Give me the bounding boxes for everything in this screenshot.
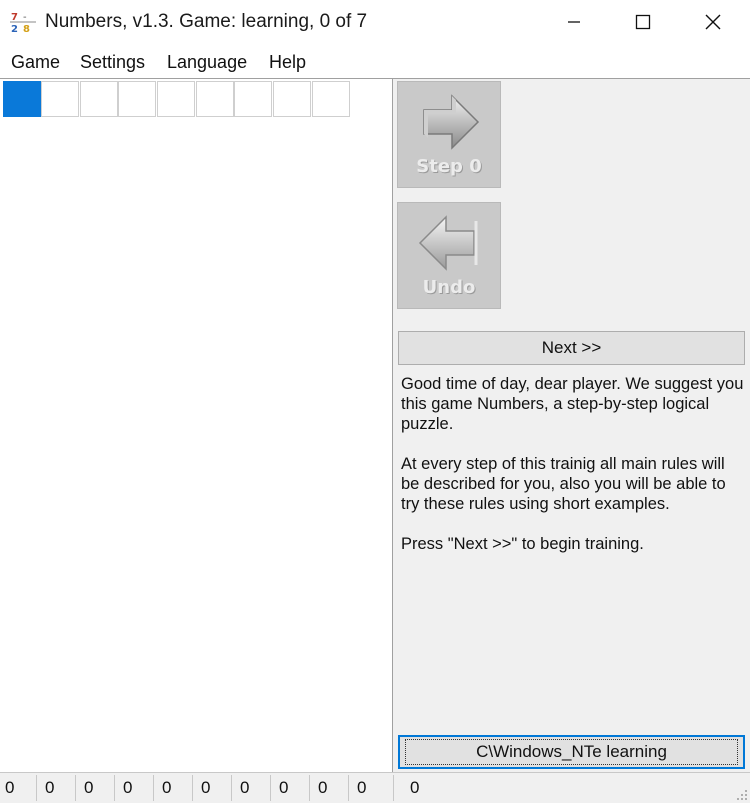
status-divider bbox=[270, 775, 271, 801]
minimize-button[interactable] bbox=[551, 0, 597, 44]
numbers-app-icon: 7 - 2 8 bbox=[10, 10, 36, 34]
status-count: 0 bbox=[5, 778, 15, 797]
status-total: 0 bbox=[410, 778, 420, 797]
svg-text:7: 7 bbox=[11, 12, 18, 23]
status-divider bbox=[75, 775, 76, 801]
resize-grip-icon[interactable] bbox=[736, 789, 748, 801]
board-cell[interactable] bbox=[157, 81, 195, 117]
svg-text:8: 8 bbox=[23, 24, 30, 34]
board-cell[interactable] bbox=[196, 81, 234, 117]
board-cell[interactable] bbox=[41, 81, 79, 117]
training-paragraph: At every step of this trainig all main r… bbox=[401, 455, 726, 513]
status-divider bbox=[36, 775, 37, 801]
next-button[interactable]: Next >> bbox=[398, 331, 745, 365]
game-board bbox=[0, 78, 393, 772]
menu-settings[interactable]: Settings bbox=[80, 52, 145, 73]
board-cell-selected[interactable] bbox=[3, 81, 41, 117]
status-count: 0 bbox=[45, 778, 55, 797]
status-count: 0 bbox=[162, 778, 172, 797]
close-icon bbox=[705, 14, 721, 30]
step-label: Step 0 bbox=[416, 156, 482, 177]
menu-bar: Game Settings Language Help bbox=[0, 44, 750, 78]
status-divider bbox=[393, 775, 394, 801]
status-count: 0 bbox=[357, 778, 367, 797]
title-bar: 7 - 2 8 Numbers, v1.3. Game: learning, 0… bbox=[0, 0, 750, 44]
board-cell[interactable] bbox=[273, 81, 311, 117]
status-count: 0 bbox=[123, 778, 133, 797]
maximize-icon bbox=[635, 14, 651, 30]
board-cell[interactable] bbox=[234, 81, 272, 117]
status-divider bbox=[348, 775, 349, 801]
close-button[interactable] bbox=[690, 0, 736, 44]
window-title: Numbers, v1.3. Game: learning, 0 of 7 bbox=[45, 11, 368, 32]
board-cell[interactable] bbox=[312, 81, 350, 117]
learning-file-button[interactable]: C\Windows_NTe learning bbox=[398, 735, 745, 769]
svg-text:-: - bbox=[23, 12, 27, 23]
learning-file-label: C\Windows_NTe learning bbox=[405, 739, 738, 765]
status-divider bbox=[231, 775, 232, 801]
menu-game[interactable]: Game bbox=[11, 52, 60, 73]
training-paragraph: Good time of day, dear player. We sugges… bbox=[401, 375, 744, 433]
menu-language[interactable]: Language bbox=[167, 52, 247, 73]
training-paragraph: Press "Next >>" to begin training. bbox=[401, 535, 644, 553]
minimize-icon bbox=[568, 21, 580, 23]
board-cell[interactable] bbox=[118, 81, 156, 117]
control-panel: Step 0 Undo Next >> Good time of day, de… bbox=[393, 78, 750, 772]
maximize-button[interactable] bbox=[620, 0, 666, 44]
status-divider bbox=[309, 775, 310, 801]
svg-text:2: 2 bbox=[11, 24, 18, 34]
training-text: Good time of day, dear player. We sugges… bbox=[401, 374, 746, 574]
board-cell[interactable] bbox=[80, 81, 118, 117]
undo-label: Undo bbox=[422, 277, 476, 298]
arrow-left-icon bbox=[418, 215, 478, 271]
status-count: 0 bbox=[84, 778, 94, 797]
arrow-right-icon bbox=[423, 94, 480, 150]
undo-button[interactable]: Undo bbox=[397, 202, 501, 309]
status-divider bbox=[114, 775, 115, 801]
status-count: 0 bbox=[318, 778, 328, 797]
step-button[interactable]: Step 0 bbox=[397, 81, 501, 188]
status-count: 0 bbox=[240, 778, 250, 797]
status-count: 0 bbox=[201, 778, 211, 797]
menu-help[interactable]: Help bbox=[269, 52, 306, 73]
status-divider bbox=[153, 775, 154, 801]
status-count: 0 bbox=[279, 778, 289, 797]
status-bar: 0 0 0 0 0 0 0 0 0 0 0 bbox=[0, 772, 750, 803]
status-divider bbox=[192, 775, 193, 801]
